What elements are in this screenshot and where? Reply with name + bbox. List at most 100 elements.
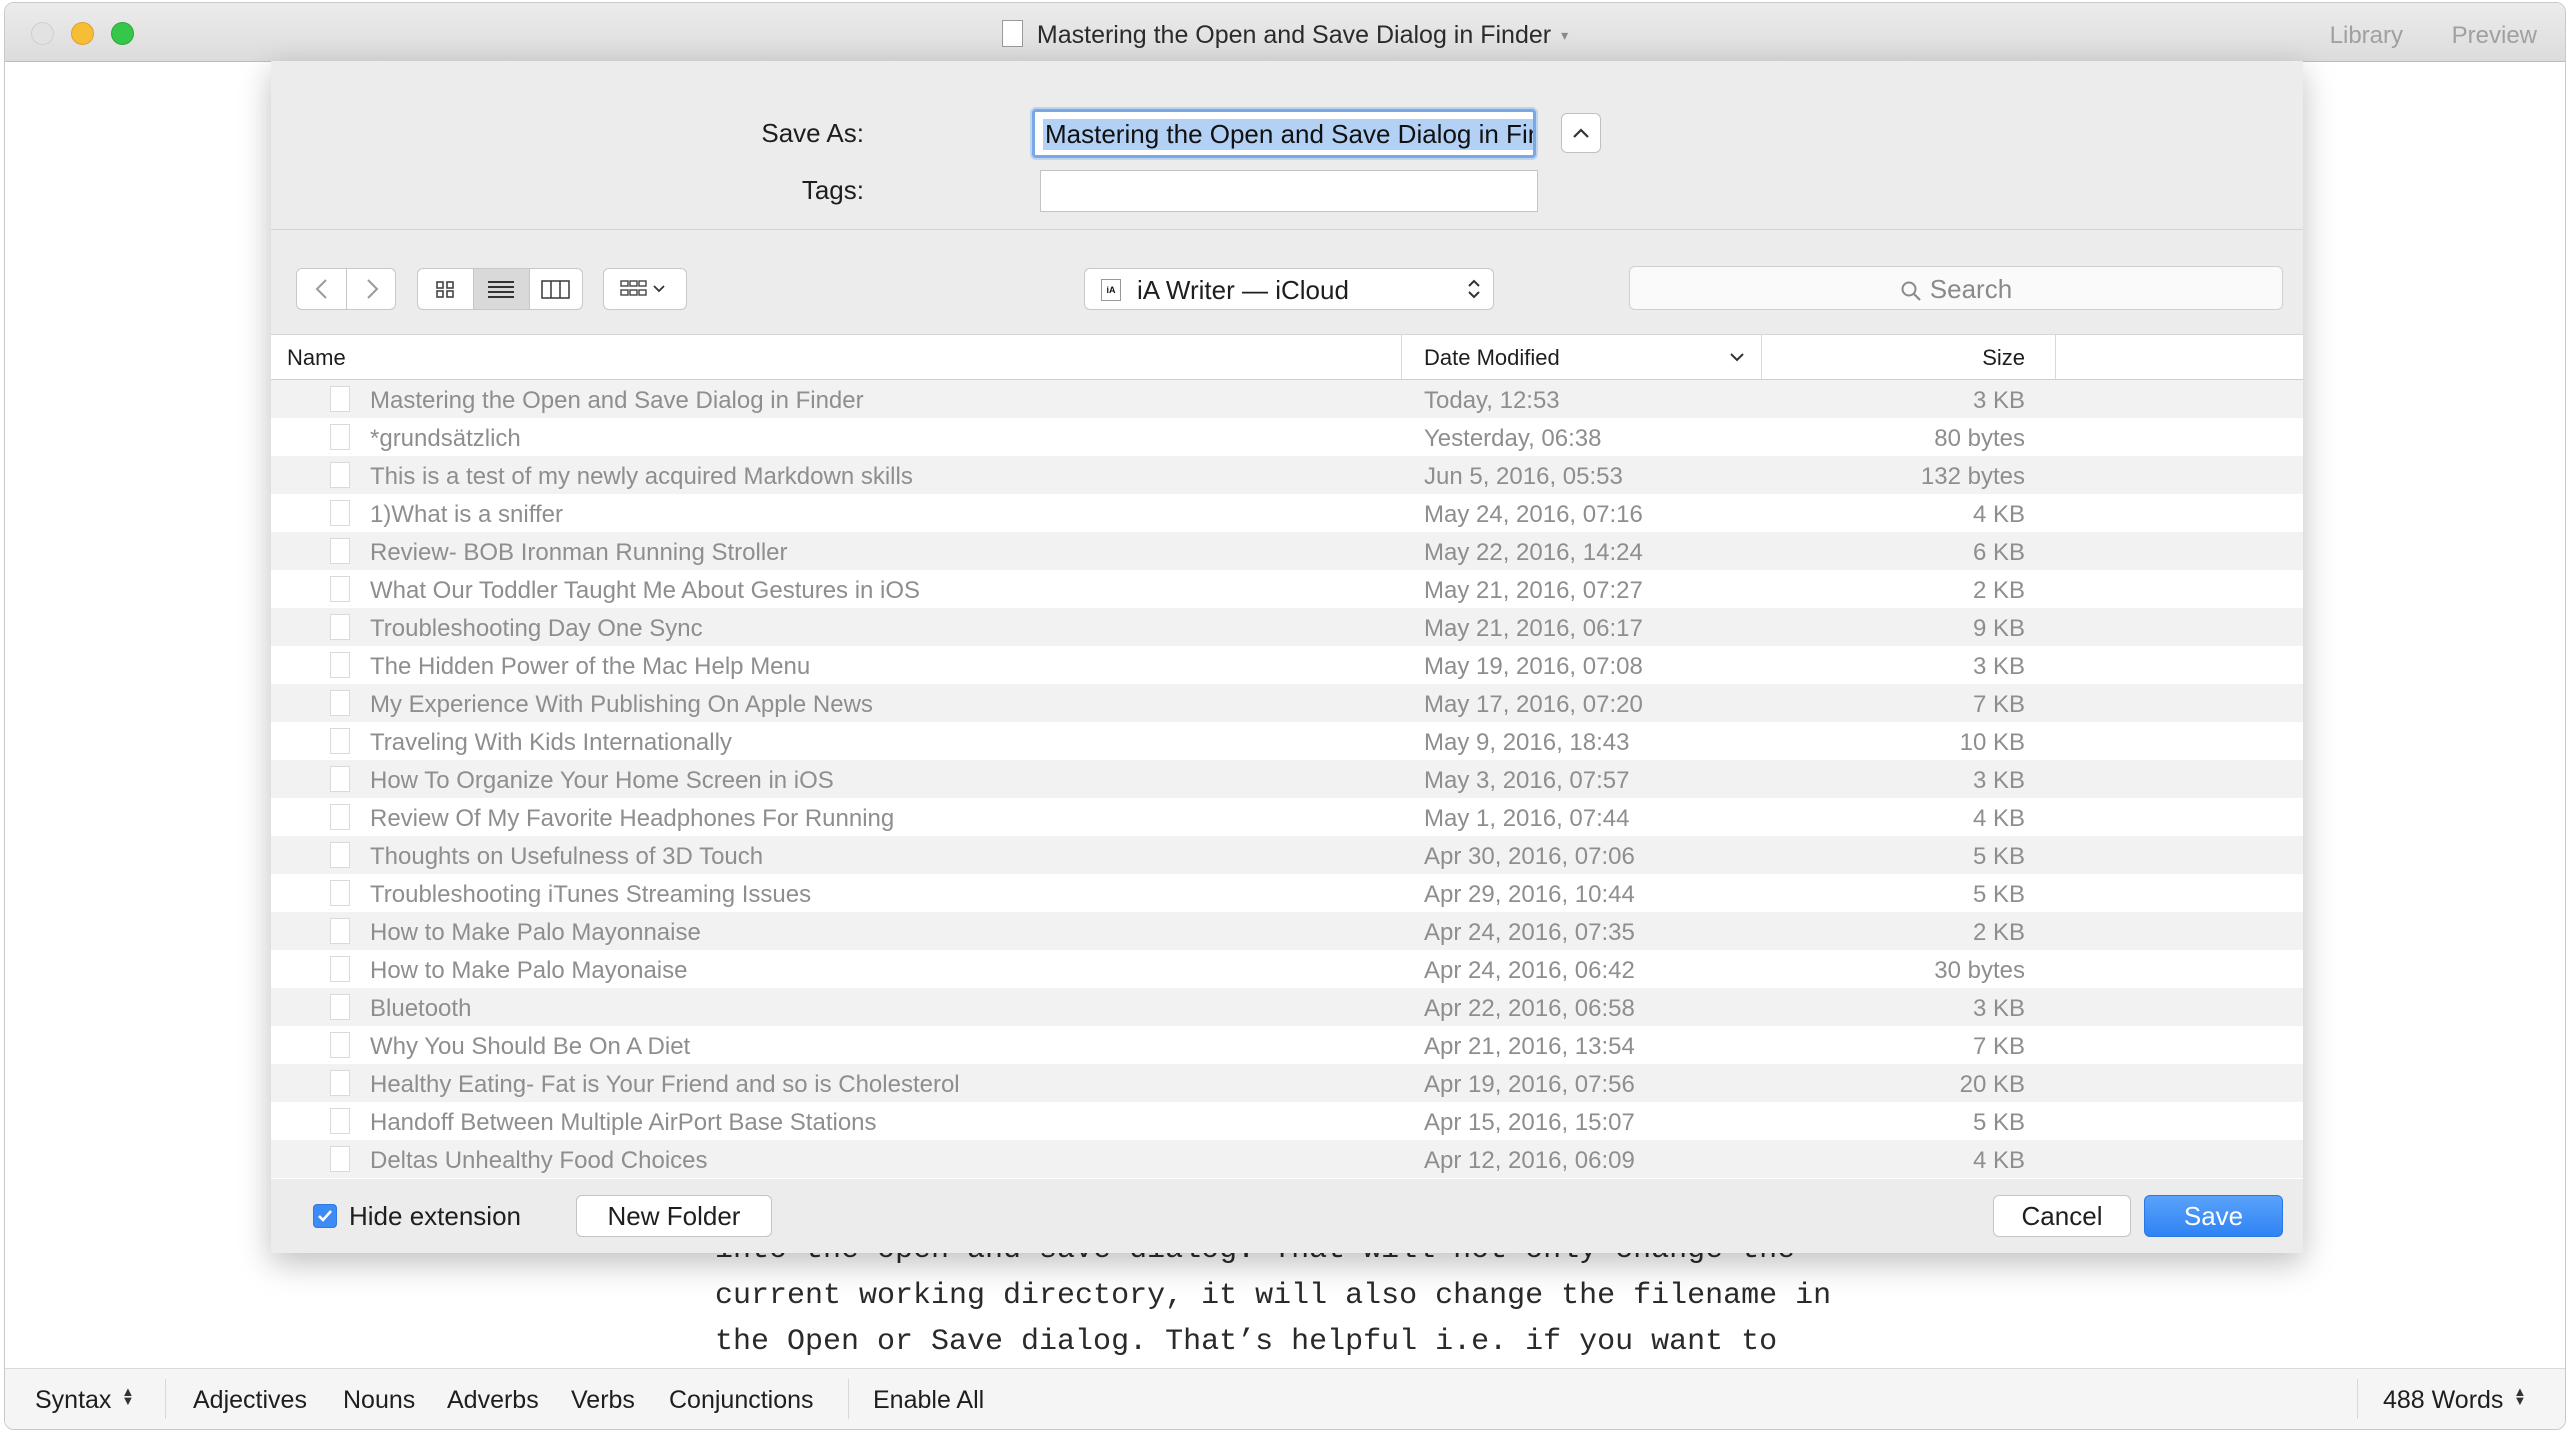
- file-row[interactable]: The Hidden Power of the Mac Help Menu May…: [271, 646, 2303, 684]
- file-row[interactable]: 1)What is a sniffer May 24, 2016, 07:16 4 …: [271, 494, 2303, 532]
- syntax-nouns-toggle[interactable]: Nouns: [343, 1386, 415, 1415]
- column-view-icon: [541, 280, 570, 299]
- file-row[interactable]: How To Organize Your Home Screen in iOS M…: [271, 760, 2303, 798]
- preview-button[interactable]: Preview: [2452, 22, 2537, 50]
- file-list[interactable]: Name Date Modified Size Mastering the Op…: [271, 334, 2303, 1179]
- file-name: The Hidden Power of the Mac Help Menu: [370, 653, 811, 680]
- forward-button[interactable]: [346, 269, 396, 309]
- title-bar: Mastering the Open and Save Dialog in Fi…: [5, 3, 2565, 62]
- cancel-button[interactable]: Cancel: [1993, 1195, 2131, 1237]
- search-field[interactable]: Search: [1629, 266, 2283, 310]
- file-date-modified: Yesterday, 06:38: [1424, 425, 1602, 452]
- word-count: 488 Words: [2383, 1386, 2504, 1414]
- syntax-verbs-toggle[interactable]: Verbs: [571, 1386, 635, 1415]
- file-row[interactable]: Review- BOB Ironman Running Stroller May …: [271, 532, 2303, 570]
- file-icon: [330, 1146, 350, 1172]
- list-view-button[interactable]: [473, 269, 530, 309]
- file-size: 2 KB: [1972, 919, 2025, 946]
- title-menu-chevron-icon[interactable]: ▾: [1561, 27, 1568, 43]
- arrange-button[interactable]: [603, 268, 687, 310]
- syntax-adjectives-toggle[interactable]: Adjectives: [193, 1386, 307, 1415]
- file-size: 5 KB: [1972, 1109, 2025, 1136]
- view-mode-control: [417, 268, 583, 310]
- file-size: 7 KB: [1972, 1033, 2025, 1060]
- file-size: 80 bytes: [1934, 425, 2025, 452]
- new-folder-button[interactable]: New Folder: [576, 1195, 772, 1237]
- up-down-chevron-icon: ▲ ▼: [2513, 1384, 2527, 1408]
- file-size: 6 KB: [1972, 539, 2025, 566]
- divider: [2357, 1379, 2358, 1419]
- file-row[interactable]: Troubleshooting iTunes Streaming Issues A…: [271, 874, 2303, 912]
- file-row[interactable]: Mastering the Open and Save Dialog in Fi…: [271, 380, 2303, 418]
- file-row[interactable]: *grundsätzlich Yesterday, 06:38 80 bytes: [271, 418, 2303, 456]
- location-popup[interactable]: iA iA Writer — iCloud: [1084, 268, 1494, 310]
- search-placeholder: Search: [1929, 274, 2013, 304]
- search-icon: [1901, 281, 1921, 301]
- file-date-modified: Apr 30, 2016, 07:06: [1424, 843, 1635, 870]
- file-size: 5 KB: [1972, 843, 2025, 870]
- file-date-modified: Apr 15, 2016, 15:07: [1424, 1109, 1635, 1136]
- ia-writer-window: Mastering the Open and Save Dialog in Fi…: [4, 2, 2566, 1430]
- file-row[interactable]: Bluetooth Apr 22, 2016, 06:58 3 KB: [271, 988, 2303, 1026]
- icon-view-button[interactable]: [418, 269, 473, 309]
- editor-line: current working directory, it will also …: [715, 1279, 1832, 1313]
- column-view-button[interactable]: [528, 269, 582, 309]
- word-count-menu[interactable]: 488 Words ▲ ▼: [2383, 1384, 2527, 1415]
- syntax-conjunctions-toggle[interactable]: Conjunctions: [669, 1386, 814, 1415]
- file-row[interactable]: My Experience With Publishing On Apple N…: [271, 684, 2303, 722]
- file-icon: [330, 1108, 350, 1134]
- file-date-modified: Today, 12:53: [1424, 387, 1560, 414]
- window-title-text: Mastering the Open and Save Dialog in Fi…: [1036, 21, 1552, 49]
- list-view-icon: [488, 281, 514, 298]
- file-row[interactable]: Review Of My Favorite Headphones For Run…: [271, 798, 2303, 836]
- file-row[interactable]: This is a test of my newly acquired Mark…: [271, 456, 2303, 494]
- file-row[interactable]: How to Make Palo Mayonaise Apr 24, 2016, …: [271, 950, 2303, 988]
- file-icon: [330, 652, 350, 678]
- file-date-modified: Jun 5, 2016, 05:53: [1424, 463, 1623, 490]
- file-row[interactable]: Handoff Between Multiple AirPort Base St…: [271, 1102, 2303, 1140]
- file-row[interactable]: Traveling With Kids Internationally May 9…: [271, 722, 2303, 760]
- library-button[interactable]: Library: [2330, 22, 2403, 50]
- file-name: Review- BOB Ironman Running Stroller: [370, 539, 788, 566]
- back-button[interactable]: [297, 269, 346, 309]
- file-icon: [330, 956, 350, 982]
- file-row[interactable]: What Our Toddler Taught Me About Gesture…: [271, 570, 2303, 608]
- sort-descending-icon[interactable]: [1729, 351, 1745, 363]
- save-button[interactable]: Save: [2144, 1195, 2283, 1237]
- file-icon: [330, 386, 350, 412]
- tags-field[interactable]: [1040, 170, 1538, 212]
- syntax-menu[interactable]: Syntax ▲ ▼: [35, 1385, 134, 1415]
- column-divider: [1401, 335, 1402, 379]
- file-size: 5 KB: [1972, 881, 2025, 908]
- file-list-header: Name Date Modified Size: [271, 335, 2303, 380]
- enable-all-button[interactable]: Enable All: [873, 1386, 984, 1415]
- hide-extension-label[interactable]: Hide extension: [349, 1201, 521, 1232]
- document-icon: [1001, 20, 1023, 47]
- file-name: How to Make Palo Mayonnaise: [370, 919, 701, 946]
- file-icon: [330, 614, 350, 640]
- file-date-modified: Apr 24, 2016, 06:42: [1424, 957, 1635, 984]
- file-row[interactable]: Thoughts on Usefulness of 3D Touch Apr 30…: [271, 836, 2303, 874]
- file-row[interactable]: Why You Should Be On A Diet Apr 21, 2016,…: [271, 1026, 2303, 1064]
- file-date-modified: Apr 21, 2016, 13:54: [1424, 1033, 1635, 1060]
- file-name: Review Of My Favorite Headphones For Run…: [370, 805, 895, 832]
- column-header-size[interactable]: Size: [1885, 345, 2025, 371]
- save-as-field[interactable]: Mastering the Open and Save Dialog in Fi…: [1032, 109, 1536, 158]
- file-row[interactable]: Troubleshooting Day One Sync May 21, 2016…: [271, 608, 2303, 646]
- file-row[interactable]: How to Make Palo Mayonnaise Apr 24, 2016,…: [271, 912, 2303, 950]
- window-title[interactable]: Mastering the Open and Save Dialog in Fi…: [5, 20, 2565, 50]
- save-as-value: Mastering the Open and Save Dialog in Fi…: [1043, 119, 1533, 150]
- save-as-label: Save As:: [761, 118, 864, 148]
- syntax-adverbs-toggle[interactable]: Adverbs: [447, 1386, 539, 1415]
- file-name: Traveling With Kids Internationally: [370, 729, 732, 756]
- file-size: 4 KB: [1972, 1147, 2025, 1174]
- divider: [165, 1379, 166, 1419]
- file-row[interactable]: Healthy Eating- Fat is Your Friend and s…: [271, 1064, 2303, 1102]
- hide-extension-checkbox[interactable]: [313, 1204, 337, 1228]
- file-icon: [330, 1032, 350, 1058]
- expand-dialog-button[interactable]: [1561, 113, 1601, 153]
- file-row[interactable]: Deltas Unhealthy Food Choices Apr 12, 201…: [271, 1140, 2303, 1178]
- column-header-date-modified[interactable]: Date Modified: [1424, 345, 1560, 371]
- column-header-name[interactable]: Name: [287, 345, 346, 371]
- file-icon: [330, 690, 350, 716]
